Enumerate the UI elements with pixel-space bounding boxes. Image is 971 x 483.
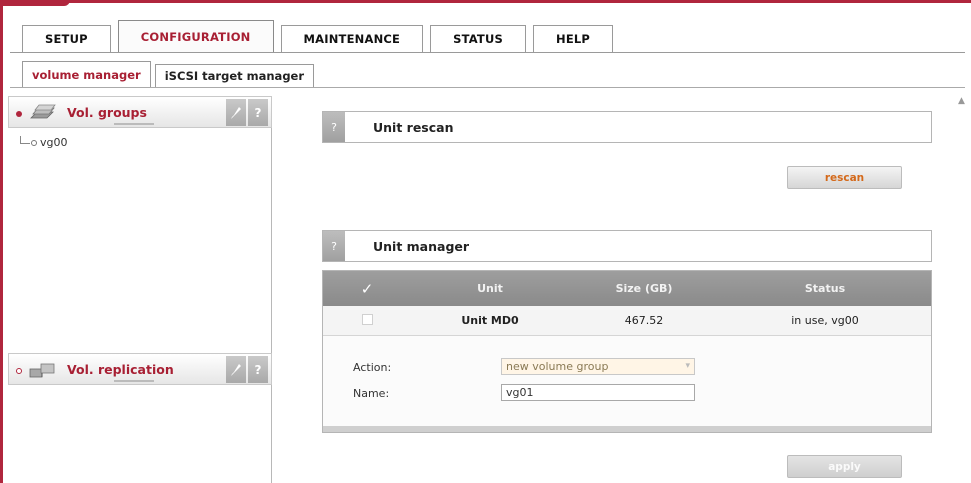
unit-manager-title: Unit manager	[373, 239, 470, 254]
vol-groups-header[interactable]: Vol. groups ?	[8, 96, 272, 128]
unit-rescan-help-button[interactable]: ?	[323, 112, 345, 142]
panel-bottom-bar	[323, 426, 931, 432]
cell-status: in use, vg00	[791, 314, 859, 327]
wrench-icon[interactable]	[226, 99, 246, 126]
tab-volume-manager[interactable]: volume manager	[22, 61, 151, 87]
main-tabs-divider	[10, 52, 965, 53]
tab-iscsi-target-manager[interactable]: iSCSI target manager	[154, 64, 315, 87]
unit-manager-panel: ✓ Unit Size (GB) Status Unit MD0 467.52 …	[322, 270, 932, 433]
tree-branch-icon	[20, 135, 30, 144]
column-header-unit: Unit	[477, 282, 503, 295]
action-select-value: new volume group	[506, 360, 609, 373]
main-tabs: SETUP CONFIGURATION MAINTENANCE STATUS H…	[22, 20, 620, 52]
vol-replication-help-button[interactable]: ?	[248, 356, 268, 383]
expanded-bullet-icon	[16, 111, 22, 117]
unit-manager-help-button[interactable]: ?	[323, 231, 345, 261]
tree-item-vg00[interactable]: vg00	[20, 135, 68, 149]
action-select[interactable]: new volume group ▾	[501, 358, 695, 375]
replication-icon	[29, 363, 55, 378]
unit-manager-header: ? Unit manager	[322, 230, 932, 262]
row-checkbox[interactable]	[361, 313, 373, 325]
unit-table: ✓ Unit Size (GB) Status Unit MD0 467.52 …	[323, 271, 931, 336]
sub-tabs-divider	[10, 87, 965, 88]
tree-node-icon	[31, 139, 37, 146]
panel-grip[interactable]	[114, 123, 154, 125]
name-label: Name:	[353, 387, 390, 400]
unit-rescan-title: Unit rescan	[373, 120, 454, 135]
vol-replication-title: Vol. replication	[67, 362, 174, 377]
panel-grip[interactable]	[114, 380, 154, 382]
column-header-size: Size (GB)	[615, 282, 673, 295]
apply-button[interactable]: apply	[787, 455, 902, 478]
action-label: Action:	[353, 361, 392, 374]
cell-size: 467.52	[624, 314, 664, 327]
unit-table-header: ✓ Unit Size (GB) Status	[323, 271, 931, 306]
tab-maintenance[interactable]: MAINTENANCE	[280, 25, 424, 52]
collapsed-bullet-icon	[16, 368, 22, 374]
select-all-checkmark-icon[interactable]: ✓	[323, 280, 411, 298]
frame-corner-accent	[0, 0, 70, 6]
name-input[interactable]: vg01	[501, 384, 695, 401]
column-header-status: Status	[804, 282, 846, 295]
tab-help[interactable]: HELP	[533, 25, 614, 52]
rescan-button[interactable]: rescan	[787, 166, 902, 189]
wrench-icon[interactable]	[226, 356, 246, 383]
unit-rescan-header: ? Unit rescan	[322, 111, 932, 143]
vol-groups-title: Vol. groups	[67, 105, 147, 120]
vol-replication-header[interactable]: Vol. replication ?	[8, 353, 272, 385]
table-row[interactable]: Unit MD0 467.52 in use, vg00	[323, 306, 931, 336]
vol-groups-help-button[interactable]: ?	[248, 99, 268, 126]
cell-unit: Unit MD0	[461, 314, 519, 327]
tab-status[interactable]: STATUS	[430, 25, 527, 52]
tree-item-label: vg00	[40, 136, 68, 149]
tab-setup[interactable]: SETUP	[22, 25, 111, 52]
volume-group-icon	[30, 104, 56, 119]
chevron-down-icon: ▾	[685, 361, 690, 371]
row-checkbox-cell	[323, 313, 411, 328]
scroll-up-arrow-icon[interactable]: ▲	[958, 96, 965, 106]
sub-tabs: volume manager iSCSI target manager	[22, 61, 318, 87]
tab-configuration[interactable]: CONFIGURATION	[117, 20, 274, 52]
sidebar: Vol. groups ? vg00 Vol. replication ?	[8, 96, 272, 483]
